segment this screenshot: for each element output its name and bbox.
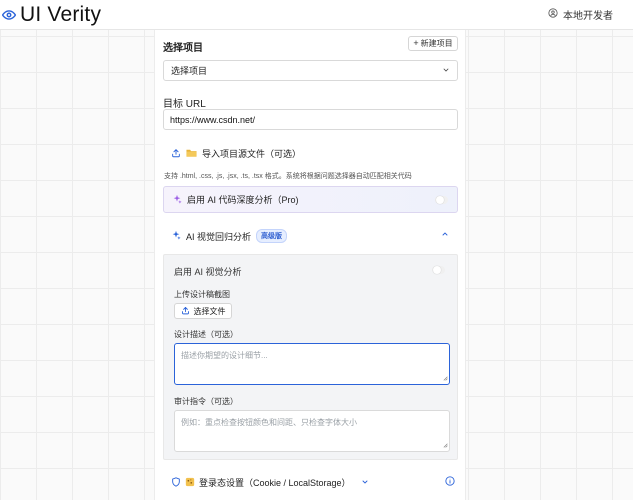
project-label: 选择项目 (163, 43, 203, 54)
choose-file-button[interactable]: 选择文件 (174, 303, 232, 319)
chevron-up-icon (441, 230, 449, 240)
config-panel: 选择项目 + 新建项目 选择项目 目标 URL https://www.csdn… (154, 30, 466, 500)
user-menu[interactable]: 本地开发者 (548, 7, 619, 22)
upload-icon (181, 306, 190, 317)
upload-design-label: 上传设计稿截图 (174, 290, 230, 299)
visual-regression-panel: 启用 AI 视觉分析 上传设计稿截图 选择文件 设计描述（可选） 描述你期望的设… (163, 254, 458, 460)
chevron-down-icon (442, 66, 450, 76)
new-project-label: 新建项目 (420, 39, 453, 48)
design-desc-placeholder: 描述你期望的设计细节... (181, 351, 268, 360)
audit-textarea[interactable]: 例如：重点检查按钮颜色和间距、只检查字体大小 (174, 410, 450, 452)
login-state-header[interactable]: 登录态设置（Cookie / LocalStorage） (171, 476, 455, 489)
visual-regression-header[interactable]: AI 视觉回归分析 高级版 (171, 229, 451, 243)
user-label: 本地开发者 (563, 11, 613, 22)
upload-icon (171, 148, 181, 160)
project-select[interactable]: 选择项目 (163, 60, 458, 81)
import-source-button[interactable]: 导入项目源文件（可选） (171, 147, 301, 160)
enable-visual-analysis-label: 启用 AI 视觉分析 (174, 267, 242, 277)
ai-code-analysis-toggle[interactable] (435, 196, 448, 204)
visual-analysis-toggle[interactable] (432, 266, 445, 274)
ai-code-analysis-card: 启用 AI 代码深度分析（Pro) (163, 186, 458, 213)
app-title: UI Verity (20, 2, 102, 26)
import-hint: 支持 .html, .css, .js, .jsx, .ts, .tsx 格式。… (164, 173, 412, 180)
eye-logo-icon (2, 8, 16, 22)
resize-grip-icon[interactable] (442, 374, 448, 383)
top-header: UI Verity 本地开发者 (0, 0, 633, 30)
audit-label: 审计指令（可选） (174, 397, 238, 406)
shield-icon (171, 476, 181, 489)
premium-badge: 高级版 (256, 229, 288, 243)
brand[interactable]: UI Verity (2, 3, 101, 27)
target-url-label: 目标 URL (163, 99, 206, 110)
import-source-label: 导入项目源文件（可选） (202, 149, 302, 159)
choose-file-label: 选择文件 (193, 306, 226, 316)
plus-icon: + (413, 38, 419, 48)
resize-grip-icon[interactable] (442, 441, 448, 450)
new-project-button[interactable]: + 新建项目 (408, 36, 458, 51)
login-state-label: 登录态设置（Cookie / LocalStorage） (199, 478, 351, 488)
folder-icon (186, 148, 197, 160)
visual-regression-title: AI 视觉回归分析 (186, 231, 252, 242)
design-desc-textarea[interactable]: 描述你期望的设计细节... (174, 343, 450, 385)
cookie-icon (185, 477, 195, 489)
target-url-input[interactable]: https://www.csdn.net/ (163, 109, 458, 130)
ai-code-analysis-label: 启用 AI 代码深度分析（Pro) (187, 195, 299, 205)
design-desc-label: 设计描述（可选） (174, 330, 238, 339)
target-url-value: https://www.csdn.net/ (170, 114, 256, 125)
info-icon[interactable] (445, 476, 455, 488)
sparkle-icon (172, 194, 182, 206)
sparkle-icon (171, 230, 181, 242)
user-icon (548, 8, 558, 21)
audit-placeholder: 例如：重点检查按钮颜色和间距、只检查字体大小 (181, 418, 357, 427)
project-select-value: 选择项目 (171, 66, 208, 76)
chevron-down-icon (361, 478, 369, 488)
